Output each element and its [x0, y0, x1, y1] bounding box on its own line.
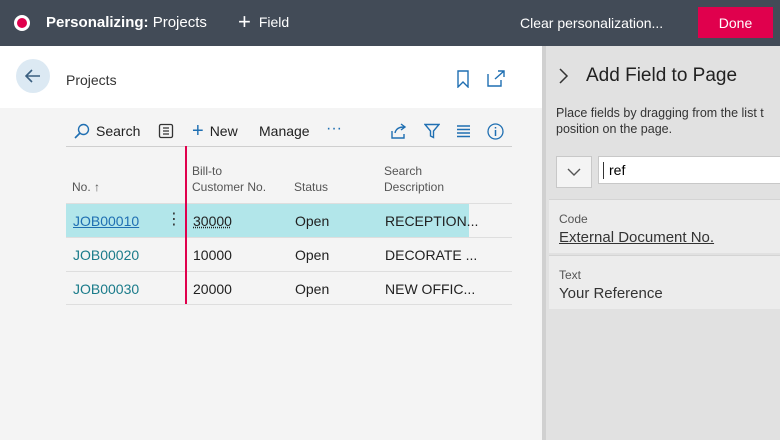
- info-icon: [487, 122, 504, 140]
- cell-job-no[interactable]: JOB00010: [73, 213, 139, 229]
- search-label: Search: [96, 123, 141, 139]
- column-bill-to[interactable]: Bill-to Customer No.: [192, 163, 266, 195]
- edit-list-button[interactable]: [158, 120, 174, 142]
- page-header: Projects: [0, 46, 542, 108]
- filter-button[interactable]: [424, 120, 440, 142]
- panel-description: Place fields by dragging from the list t…: [556, 105, 780, 137]
- add-field-label: Field: [258, 14, 290, 30]
- cell-description: DECORATE ...: [385, 247, 478, 263]
- column-no[interactable]: No. ↑: [72, 179, 100, 195]
- cell-bill-to: 20000: [193, 281, 232, 297]
- cell-bill-to: 10000: [193, 247, 232, 263]
- filter-icon: [424, 123, 440, 139]
- plus-icon: +: [238, 9, 251, 34]
- bookmark-icon[interactable]: [456, 70, 470, 88]
- more-options-button[interactable]: ···: [326, 118, 342, 140]
- plus-icon: +: [192, 119, 204, 142]
- table-row[interactable]: JOB00020 10000 Open DECORATE ...: [66, 237, 512, 271]
- column-search-description[interactable]: Search Description: [384, 163, 444, 195]
- add-field-panel: Add Field to Page Place fields by draggi…: [546, 46, 780, 440]
- grid-header: No. ↑ Bill-to Customer No. Status Search…: [66, 147, 512, 203]
- cell-bill-to[interactable]: 30000: [193, 213, 232, 229]
- back-arrow-icon: [25, 69, 40, 83]
- personalization-bar: Personalizing: Projects + Field Clear pe…: [0, 0, 780, 46]
- share-icon: [391, 123, 407, 139]
- column-desc-line1: Search: [384, 164, 423, 178]
- field-card[interactable]: Code External Document No.: [549, 199, 780, 253]
- list-view-icon: [457, 125, 470, 138]
- manage-button[interactable]: Manage: [259, 120, 310, 142]
- column-bill-to-line2: Customer No.: [192, 180, 267, 194]
- back-button[interactable]: [16, 59, 50, 93]
- field-name[interactable]: External Document No.: [559, 229, 714, 246]
- list-view-button[interactable]: [456, 120, 471, 142]
- field-card[interactable]: Text Your Reference: [549, 255, 780, 309]
- panel-description-line1: Place fields by dragging from the list t: [556, 106, 764, 120]
- info-button[interactable]: [487, 120, 504, 142]
- title-bold: Personalizing:: [46, 14, 149, 31]
- action-bar: Search + New Manage ···: [66, 118, 512, 146]
- panel-title: Add Field to Page: [586, 65, 738, 86]
- chevron-down-icon: [567, 168, 581, 176]
- title-page: Projects: [152, 14, 207, 31]
- cell-status: Open: [295, 281, 330, 297]
- field-type-label: Code: [559, 212, 588, 226]
- field-search-input[interactable]: [609, 162, 780, 178]
- field-type-label: Text: [559, 268, 582, 282]
- personalizing-title: Personalizing: Projects: [46, 14, 207, 31]
- new-button[interactable]: + New: [192, 120, 238, 142]
- panel-description-line2: position on the page.: [556, 122, 673, 136]
- field-search-box[interactable]: [598, 156, 780, 184]
- column-desc-line2: Description: [384, 180, 445, 194]
- add-field-button[interactable]: + Field: [238, 9, 290, 34]
- cell-job-no[interactable]: JOB00030: [73, 281, 139, 297]
- projects-grid: No. ↑ Bill-to Customer No. Status Search…: [66, 147, 512, 305]
- edit-list-icon: [158, 123, 174, 139]
- field-filter-dropdown[interactable]: [556, 156, 592, 188]
- field-insert-indicator: [185, 146, 187, 304]
- table-row[interactable]: JOB00010 ⋮ 30000 Open RECEPTION...: [66, 203, 512, 238]
- field-name[interactable]: Your Reference: [559, 285, 663, 302]
- row-menu-button[interactable]: ⋮: [166, 210, 182, 230]
- search-icon: [74, 123, 90, 139]
- share-button[interactable]: [391, 120, 408, 142]
- column-bill-to-line1: Bill-to: [192, 164, 223, 178]
- cell-description: RECEPTION...: [385, 213, 479, 229]
- done-button[interactable]: Done: [698, 7, 773, 38]
- page-title: Projects: [66, 72, 117, 88]
- column-status[interactable]: Status: [294, 179, 328, 195]
- cell-description: NEW OFFIC...: [385, 281, 476, 297]
- table-row[interactable]: JOB00030 20000 Open NEW OFFIC...: [66, 271, 512, 305]
- cell-job-no[interactable]: JOB00020: [73, 247, 139, 263]
- cell-status: Open: [295, 247, 330, 263]
- popout-icon[interactable]: [487, 70, 505, 87]
- clear-personalization-link[interactable]: Clear personalization...: [520, 15, 663, 31]
- new-label: New: [209, 123, 238, 139]
- record-icon: [14, 15, 30, 31]
- cell-status: Open: [295, 213, 330, 229]
- search-button[interactable]: Search: [74, 120, 140, 142]
- chevron-right-icon[interactable]: [558, 67, 570, 85]
